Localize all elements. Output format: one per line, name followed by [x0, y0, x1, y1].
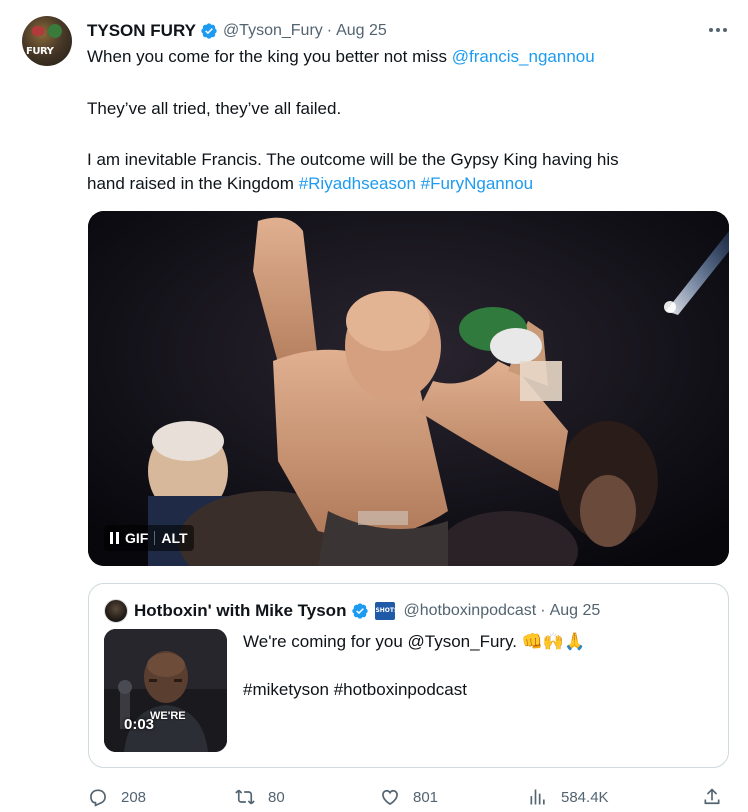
- pause-icon[interactable]: [110, 532, 119, 544]
- views-button[interactable]: 584.4K: [528, 784, 609, 810]
- tweet-text-line-1: When you come for the king you better no…: [87, 45, 727, 69]
- reply-count: 208: [121, 788, 147, 806]
- hashtag-link[interactable]: #FuryNgannou: [421, 174, 533, 193]
- verified-badge-icon[interactable]: [351, 602, 369, 620]
- quote-date[interactable]: Aug 25: [550, 602, 601, 620]
- views-chart-icon: [530, 789, 545, 805]
- like-count: 801: [413, 788, 439, 806]
- repost-icon: [235, 789, 255, 805]
- tweet-text-line-2: They’ve all tried, they’ve all failed.: [87, 99, 342, 118]
- quote-video-thumbnail[interactable]: [104, 629, 227, 752]
- repost-button[interactable]: 80: [235, 784, 285, 810]
- author-display-name[interactable]: TYSON FURY: [87, 21, 196, 41]
- reply-button[interactable]: 208: [88, 784, 146, 810]
- tweet[interactable]: FURY TYSON FURY @Tyson_Fury · Aug 25 Whe…: [0, 0, 748, 812]
- quote-text-line-1: We're coming for you @Tyson_Fury. 👊🙌🙏: [243, 632, 586, 651]
- repost-count: 80: [268, 788, 285, 806]
- tweet-text-line-4: hand raised in the Kingdom #Riyadhseason…: [87, 172, 727, 196]
- affiliate-badge-icon[interactable]: SHOTS: [375, 602, 398, 620]
- tweet-text-line-3: I am inevitable Francis. The outcome wil…: [87, 150, 619, 169]
- quote-author-avatar[interactable]: [104, 599, 128, 623]
- tweet-text-segment: When you come for the king you better no…: [87, 47, 452, 66]
- tweet-gif-media[interactable]: [88, 211, 729, 566]
- video-caption: WE'RE: [150, 710, 186, 722]
- header-separator: ·: [326, 22, 333, 39]
- verified-badge-icon[interactable]: [200, 22, 218, 40]
- tweet-date[interactable]: Aug 25: [336, 22, 387, 40]
- author-handle[interactable]: @Tyson_Fury: [223, 22, 323, 40]
- quote-author-display-name[interactable]: Hotboxin' with Mike Tyson: [134, 601, 346, 621]
- hashtag-link[interactable]: #Riyadhseason: [299, 174, 416, 193]
- tweet-header: TYSON FURY @Tyson_Fury · Aug 25: [87, 20, 387, 42]
- quote-header: Hotboxin' with Mike Tyson SHOTS @hotboxi…: [134, 599, 600, 623]
- share-button[interactable]: [702, 784, 722, 810]
- video-frame-image: [104, 629, 227, 752]
- share-icon: [704, 788, 720, 805]
- avatar-decoration: [32, 26, 44, 36]
- like-button[interactable]: 801: [380, 784, 438, 810]
- reply-icon: [90, 789, 106, 807]
- tweet-text-segment: hand raised in the Kingdom: [87, 174, 299, 193]
- avatar-logo-text: FURY: [26, 46, 54, 57]
- mention-link[interactable]: @francis_ngannou: [452, 47, 595, 66]
- author-avatar[interactable]: FURY: [22, 16, 72, 66]
- view-count: 584.4K: [561, 788, 609, 806]
- quote-header-separator: ·: [540, 602, 546, 619]
- quote-author-handle[interactable]: @hotboxinpodcast: [403, 602, 536, 620]
- avatar-decoration: [48, 24, 62, 38]
- gif-label: GIF: [125, 530, 149, 546]
- tweet-actions-bar: 208 80 801 584.4K: [88, 784, 728, 810]
- gif-controls: GIF ALT: [104, 525, 194, 551]
- heart-icon: [382, 789, 398, 806]
- quote-text-line-2: #miketyson #hotboxinpodcast: [243, 680, 467, 699]
- alt-text-button[interactable]: ALT: [161, 530, 187, 546]
- more-options-icon[interactable]: [706, 20, 730, 40]
- controls-divider: [154, 531, 156, 545]
- gif-frame-image: [88, 211, 729, 566]
